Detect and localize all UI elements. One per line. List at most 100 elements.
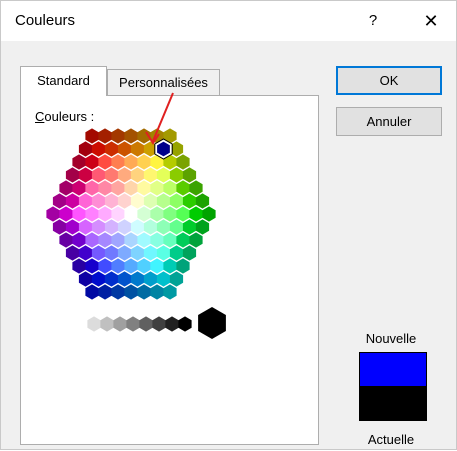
color-hex[interactable] xyxy=(72,258,86,274)
color-hex[interactable] xyxy=(130,245,145,261)
gray-hex[interactable] xyxy=(74,316,88,332)
color-hex[interactable] xyxy=(176,258,190,274)
color-hex[interactable] xyxy=(59,206,73,222)
color-hex[interactable] xyxy=(52,193,67,209)
color-hex[interactable] xyxy=(117,167,132,183)
color-hex[interactable] xyxy=(156,245,171,261)
color-hex[interactable] xyxy=(72,154,86,170)
color-hex[interactable] xyxy=(143,245,158,261)
color-hex[interactable] xyxy=(130,271,145,287)
gray-hex[interactable] xyxy=(139,316,153,332)
gray-hex[interactable] xyxy=(126,316,140,332)
color-hex[interactable] xyxy=(46,206,60,222)
color-hex[interactable] xyxy=(65,193,80,209)
color-hex[interactable] xyxy=(130,141,145,157)
color-hex[interactable] xyxy=(195,193,210,209)
color-hex[interactable] xyxy=(137,154,151,170)
color-hex[interactable] xyxy=(156,219,171,235)
color-hex[interactable] xyxy=(52,219,67,235)
color-hex[interactable] xyxy=(137,232,151,248)
color-hex[interactable] xyxy=(156,193,171,209)
gray-hex[interactable] xyxy=(165,316,179,332)
color-hex[interactable] xyxy=(150,284,164,300)
color-hex[interactable] xyxy=(150,232,164,248)
color-hex[interactable] xyxy=(85,128,99,144)
color-hex[interactable] xyxy=(85,154,99,170)
color-hex[interactable] xyxy=(98,180,112,196)
color-hex[interactable] xyxy=(124,128,138,144)
color-hex[interactable] xyxy=(124,284,138,300)
color-hex[interactable] xyxy=(72,206,86,222)
color-hex[interactable] xyxy=(111,154,125,170)
color-hex[interactable] xyxy=(85,232,99,248)
color-hex[interactable] xyxy=(130,193,145,209)
color-hex[interactable] xyxy=(143,271,158,287)
color-hex[interactable] xyxy=(98,154,112,170)
color-hex[interactable] xyxy=(169,167,184,183)
color-hex[interactable] xyxy=(137,206,151,222)
color-hex[interactable] xyxy=(176,180,190,196)
color-hex[interactable] xyxy=(163,180,177,196)
gray-hex[interactable] xyxy=(87,316,101,332)
color-hex[interactable] xyxy=(156,271,171,287)
color-hex[interactable] xyxy=(91,219,106,235)
color-hex[interactable] xyxy=(169,245,184,261)
color-hex[interactable] xyxy=(124,154,138,170)
color-hex[interactable] xyxy=(72,180,86,196)
color-hex[interactable] xyxy=(104,167,119,183)
color-hex[interactable] xyxy=(65,167,80,183)
color-hex[interactable] xyxy=(143,167,158,183)
color-hex[interactable] xyxy=(150,180,164,196)
color-hex[interactable] xyxy=(78,167,93,183)
gray-hex[interactable] xyxy=(178,316,192,332)
color-hex[interactable] xyxy=(169,219,184,235)
color-hex[interactable] xyxy=(124,258,138,274)
color-hex[interactable] xyxy=(85,284,99,300)
color-hex[interactable] xyxy=(117,271,132,287)
color-hex[interactable] xyxy=(98,284,112,300)
color-hex[interactable] xyxy=(124,206,138,222)
color-hex[interactable] xyxy=(189,232,203,248)
color-hex[interactable] xyxy=(91,245,106,261)
color-hex[interactable] xyxy=(78,245,93,261)
color-hex[interactable] xyxy=(143,193,158,209)
color-hex[interactable] xyxy=(65,245,80,261)
color-hex[interactable] xyxy=(98,232,112,248)
color-hex[interactable] xyxy=(85,180,99,196)
color-hex[interactable] xyxy=(124,232,138,248)
tab-standard[interactable]: Standard xyxy=(20,66,107,96)
color-hex[interactable] xyxy=(150,258,164,274)
color-hex[interactable] xyxy=(176,232,190,248)
color-hex[interactable] xyxy=(195,219,210,235)
color-hex[interactable] xyxy=(130,219,145,235)
color-hex[interactable] xyxy=(72,232,86,248)
color-hex[interactable] xyxy=(163,258,177,274)
color-hex[interactable] xyxy=(117,141,132,157)
color-hex[interactable] xyxy=(182,193,197,209)
color-hex[interactable] xyxy=(169,193,184,209)
color-hex[interactable] xyxy=(111,206,125,222)
color-hex[interactable] xyxy=(78,219,93,235)
color-hex[interactable] xyxy=(59,180,73,196)
color-hex[interactable] xyxy=(163,284,177,300)
color-hex[interactable] xyxy=(143,219,158,235)
color-hex[interactable] xyxy=(182,219,197,235)
color-hex[interactable] xyxy=(111,258,125,274)
color-hex[interactable] xyxy=(85,258,99,274)
color-hex[interactable] xyxy=(189,206,203,222)
color-hex[interactable] xyxy=(104,271,119,287)
color-hex[interactable] xyxy=(104,245,119,261)
color-hex[interactable] xyxy=(111,128,125,144)
color-hex[interactable] xyxy=(78,193,93,209)
color-hex[interactable] xyxy=(78,141,93,157)
gray-hex[interactable] xyxy=(100,316,114,332)
color-hex[interactable] xyxy=(91,271,106,287)
color-hex[interactable] xyxy=(182,245,197,261)
gray-hex[interactable] xyxy=(152,316,166,332)
color-hex[interactable] xyxy=(117,245,132,261)
color-hex[interactable] xyxy=(117,219,132,235)
color-hex[interactable] xyxy=(59,232,73,248)
color-hex[interactable] xyxy=(169,271,184,287)
color-hex[interactable] xyxy=(78,271,93,287)
black-hex-swatch[interactable] xyxy=(198,307,226,339)
